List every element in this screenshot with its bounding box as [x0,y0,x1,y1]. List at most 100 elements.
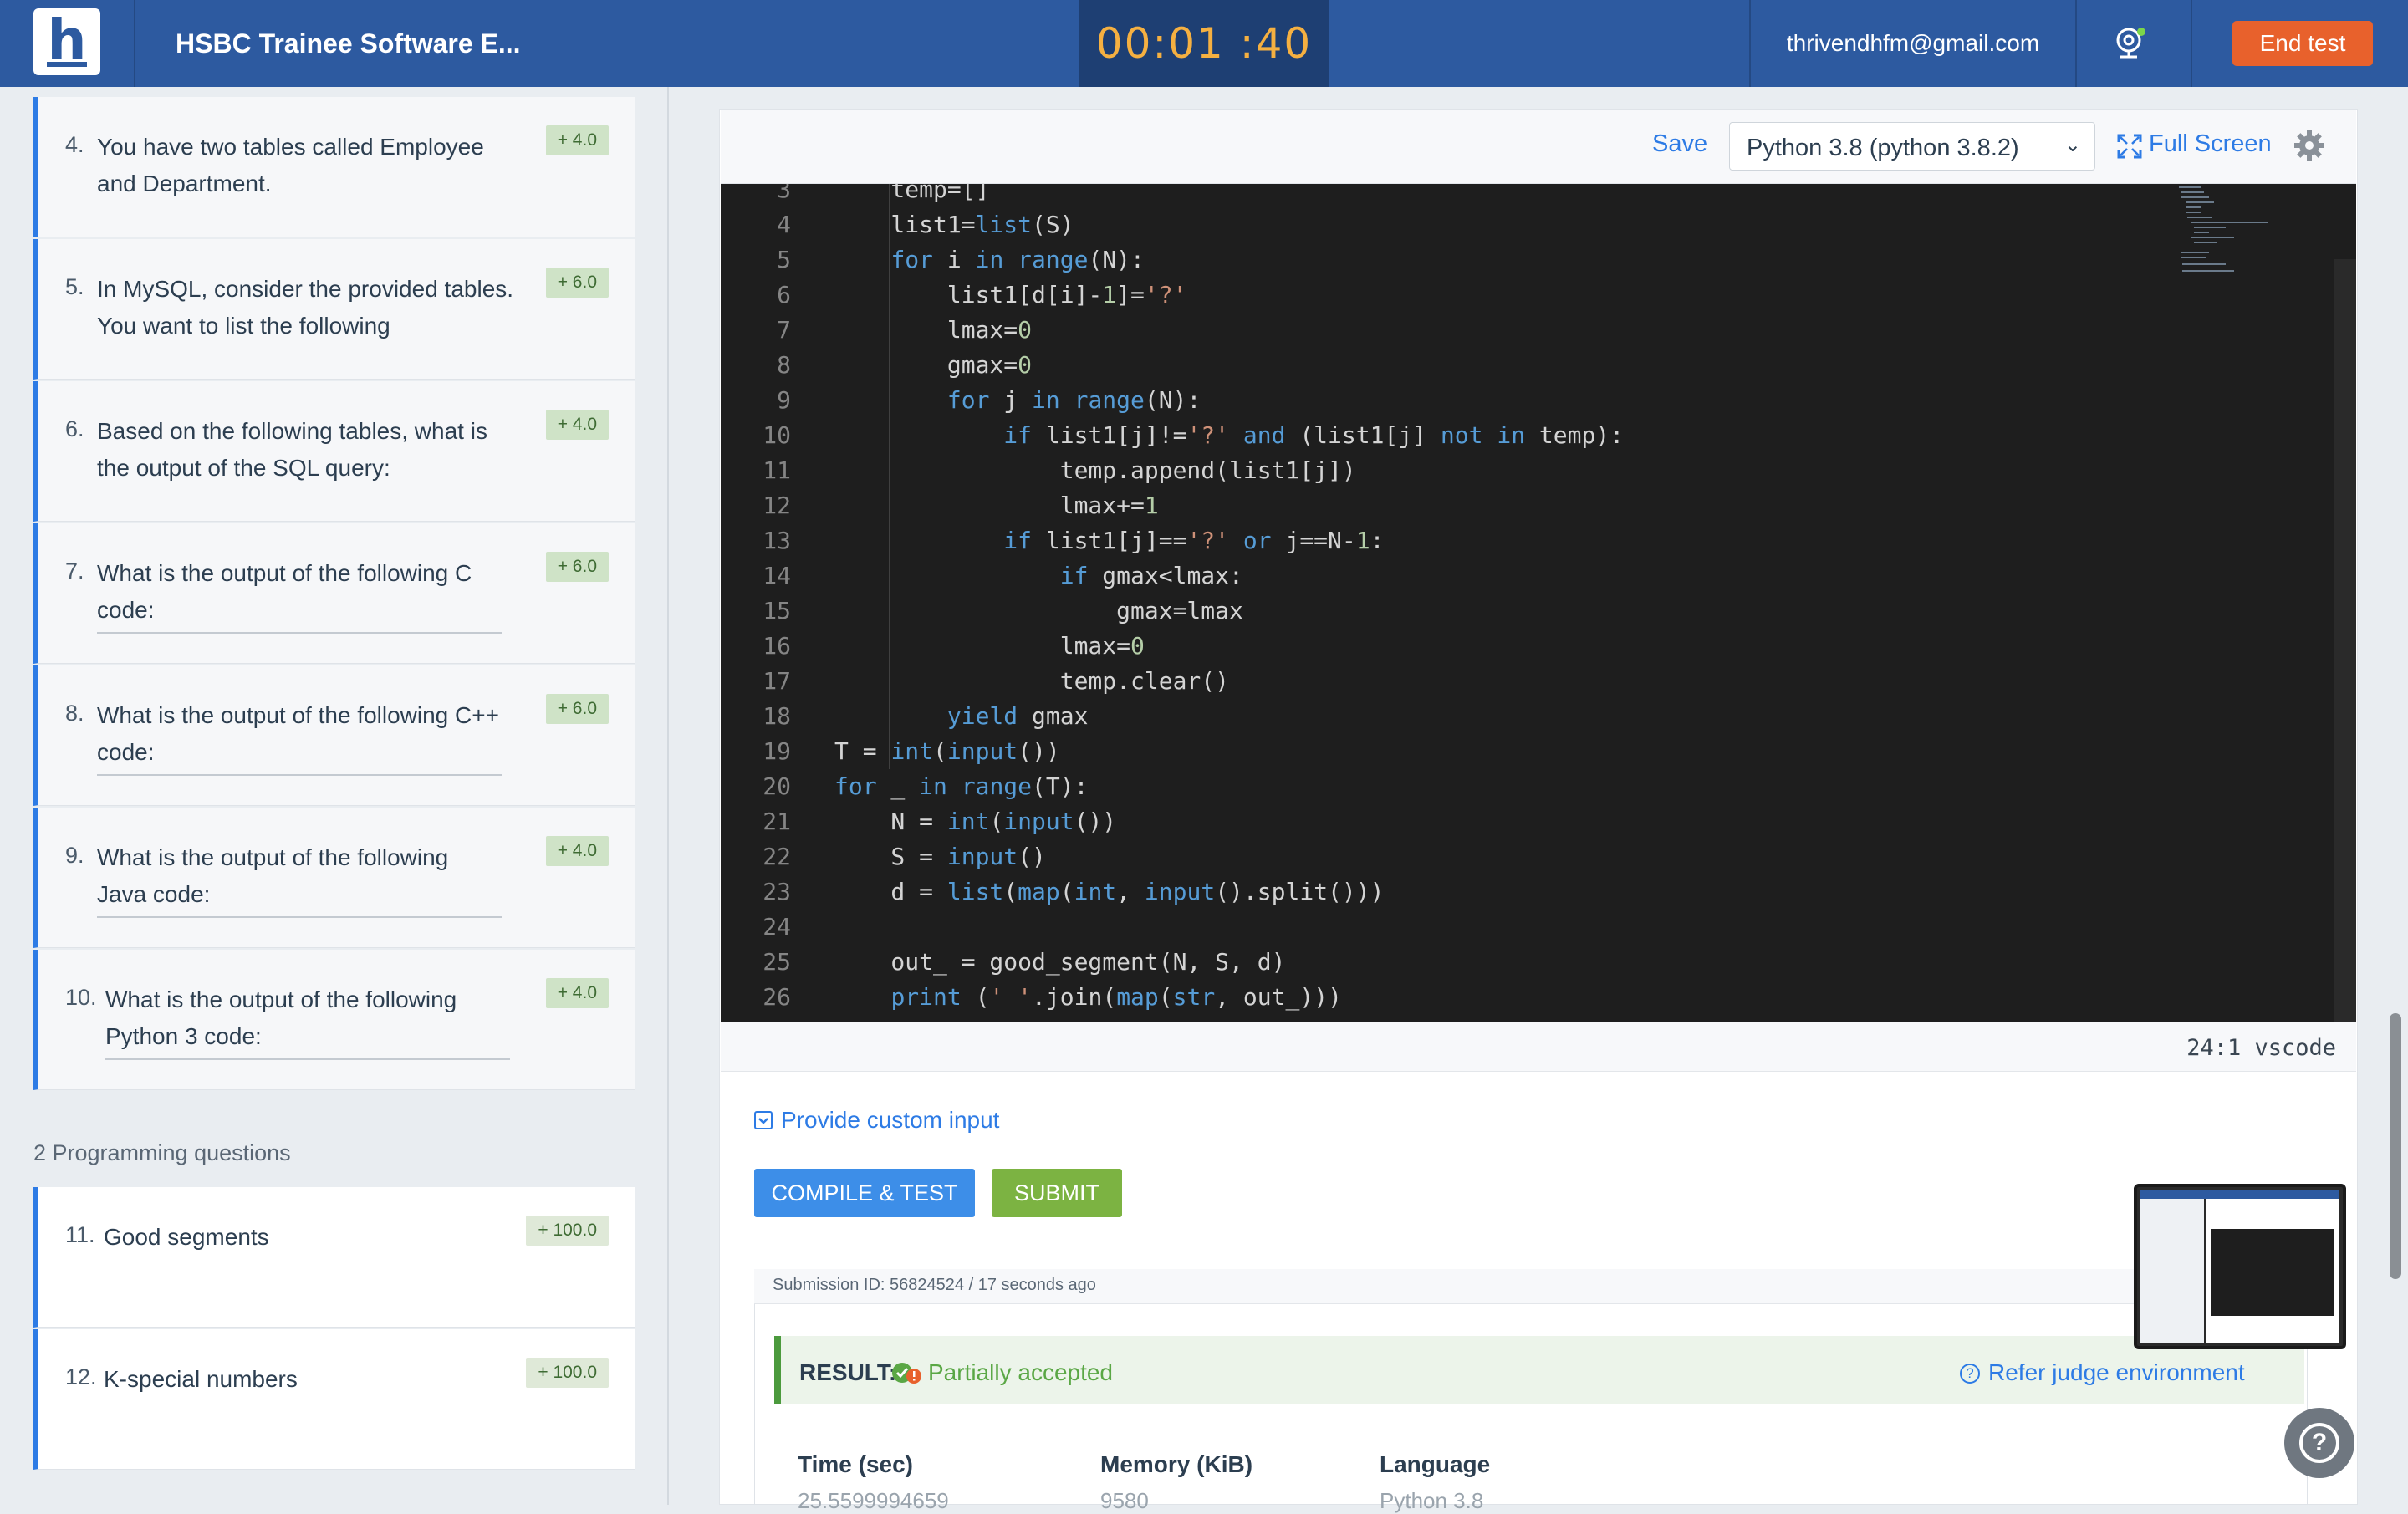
question-item[interactable]: 8. What is the output of the following C+… [33,665,635,806]
line-number: 18 [763,702,791,730]
code-line: 5 for i in range(N): [721,242,2309,278]
code-line: 9 for j in range(N): [721,383,2309,418]
top-bar: h HSBC Trainee Software E... 00:01 :40 t… [0,0,2408,87]
code-line: 23 d = list(map(int, input().split())) [721,874,2309,910]
checkbox-icon[interactable] [754,1111,773,1129]
line-number: 25 [763,948,791,976]
code-editor[interactable]: 3 temp=[] 4 list1=list(S) 5 for i in range… [721,184,2356,1022]
code-line: 19 T = int(input()) [721,734,2309,769]
partial-accepted-icon [892,1363,921,1384]
code-line: 12 lmax+=1 [721,488,2309,523]
line-number: 21 [763,808,791,835]
test-title: HSBC Trainee Software E... [176,28,521,59]
question-number: 9. [65,843,84,868]
editor-scrollbar[interactable] [2334,259,2356,1022]
judge-environment-label: Refer judge environment [1988,1359,2245,1385]
question-title: Good segments [104,1224,269,1250]
line-number: 22 [763,843,791,870]
line-number: 11 [763,456,791,484]
question-item[interactable]: 4. You have two tables called Employee an… [33,97,635,237]
webcam-icon[interactable] [2112,25,2149,62]
line-number: 9 [777,386,791,414]
code-line: 18 yield gmax [721,699,2309,734]
code-text: temp=[] [834,184,990,203]
custom-input-toggle[interactable]: Provide custom input [754,1107,999,1134]
line-number: 26 [763,983,791,1011]
code-line: 20 for _ in range(T): [721,769,2309,804]
programming-question-item[interactable]: 12. K-special numbers + 100.0 [33,1329,635,1470]
fullscreen-icon[interactable] [2117,134,2142,159]
code-text: list1=list(S) [834,211,1074,238]
proctoring-preview [2134,1184,2346,1349]
code-line: 14 if gmax<lmax: [721,558,2309,594]
score-badge: + 4.0 [545,410,609,440]
chevron-down-icon: ⌄ [2064,134,2081,156]
stat-value-language: Python 3.8 [1380,1488,1484,1513]
line-number: 16 [763,632,791,660]
question-item[interactable]: 7. What is the output of the following C … [33,523,635,664]
line-number: 6 [777,281,791,308]
help-icon: ? [2299,1423,2339,1463]
question-title: Based on the following tables, what is t… [97,418,487,481]
cursor-position: 24:1 vscode [2186,1035,2336,1061]
line-number: 19 [763,737,791,765]
line-number: 12 [763,492,791,519]
hackerearth-logo: h [33,8,100,75]
countdown-timer: 00:01 :40 [1079,0,1329,87]
question-item[interactable]: 5. In MySQL, consider the provided tables… [33,239,635,380]
language-select[interactable]: Python 3.8 (python 3.8.2) ⌄ [1729,122,2095,171]
code-text: S = input() [834,843,1046,870]
code-text: print (' '.join(map(str, out_))) [890,983,1342,1011]
line-number: 4 [777,211,791,238]
score-badge: + 100.0 [526,1358,609,1388]
code-text: lmax=0 [834,632,1145,660]
result-status: Partially accepted [928,1359,1114,1385]
question-item[interactable]: 10. What is the output of the following P… [33,950,635,1090]
score-badge: + 6.0 [545,694,609,724]
result-label: RESULT: [799,1359,897,1385]
code-line: 11 temp.append(list1[j]) [721,453,2309,488]
question-title: What is the output of the following C co… [97,555,502,634]
editor-statusbar: 24:1 vscode [721,1022,2356,1072]
code-line: 22 S = input() [721,839,2309,874]
code-minimap[interactable] [2176,184,2276,276]
line-number: 23 [763,878,791,905]
language-select-value: Python 3.8 (python 3.8.2) [1747,135,2019,161]
question-title: What is the output of the following C++ … [97,697,502,776]
save-button[interactable]: Save [1652,130,1707,158]
help-button[interactable]: ? [2284,1408,2354,1478]
submission-id: Submission ID: 56824524 / 17 seconds ago [773,1276,1096,1294]
question-title: What is the output of the following Pyth… [105,981,510,1060]
submit-button[interactable]: SUBMIT [992,1169,1122,1217]
gear-icon[interactable] [2293,129,2326,162]
code-text: N = int(input()) [834,808,1117,835]
line-number: 13 [763,527,791,554]
code-text: if gmax<lmax: [1059,562,1243,589]
question-number: 11. [65,1222,95,1247]
code-line: 15 gmax=lmax [721,594,2309,629]
question-number: 12. [65,1364,97,1389]
question-item[interactable]: 9. What is the output of the following Ja… [33,808,635,948]
stat-label-language: Language [1380,1451,1491,1477]
end-test-button[interactable]: End test [2232,21,2373,66]
score-badge: + 4.0 [545,978,609,1008]
line-number: 24 [763,913,791,941]
question-item[interactable]: 6. Based on the following tables, what is… [33,381,635,522]
page-scrollbar[interactable] [2390,1013,2401,1279]
line-number: 5 [777,246,791,273]
code-text: gmax=lmax [834,597,1243,624]
line-number: 20 [763,772,791,800]
line-number: 10 [763,421,791,449]
code-line: 6 list1[d[i]-1]='?' [721,278,2309,313]
judge-environment-link[interactable]: ? Refer judge environment [1960,1359,2245,1386]
code-text: lmax+=1 [834,492,1159,519]
question-title: You have two tables called Employee and … [97,134,484,196]
code-text: list1[d[i]-1]='?' [834,281,1187,308]
code-line: 25 out_ = good_segment(N, S, d) [721,945,2309,980]
code-line: 7 lmax=0 [721,313,2309,348]
programming-question-item[interactable]: 11. Good segments + 100.0 [33,1187,635,1328]
fullscreen-button[interactable]: Full Screen [2149,130,2272,158]
code-line: 3 temp=[] [721,184,2309,207]
compile-test-button[interactable]: COMPILE & TEST [754,1169,975,1217]
question-title: K-special numbers [104,1366,298,1392]
